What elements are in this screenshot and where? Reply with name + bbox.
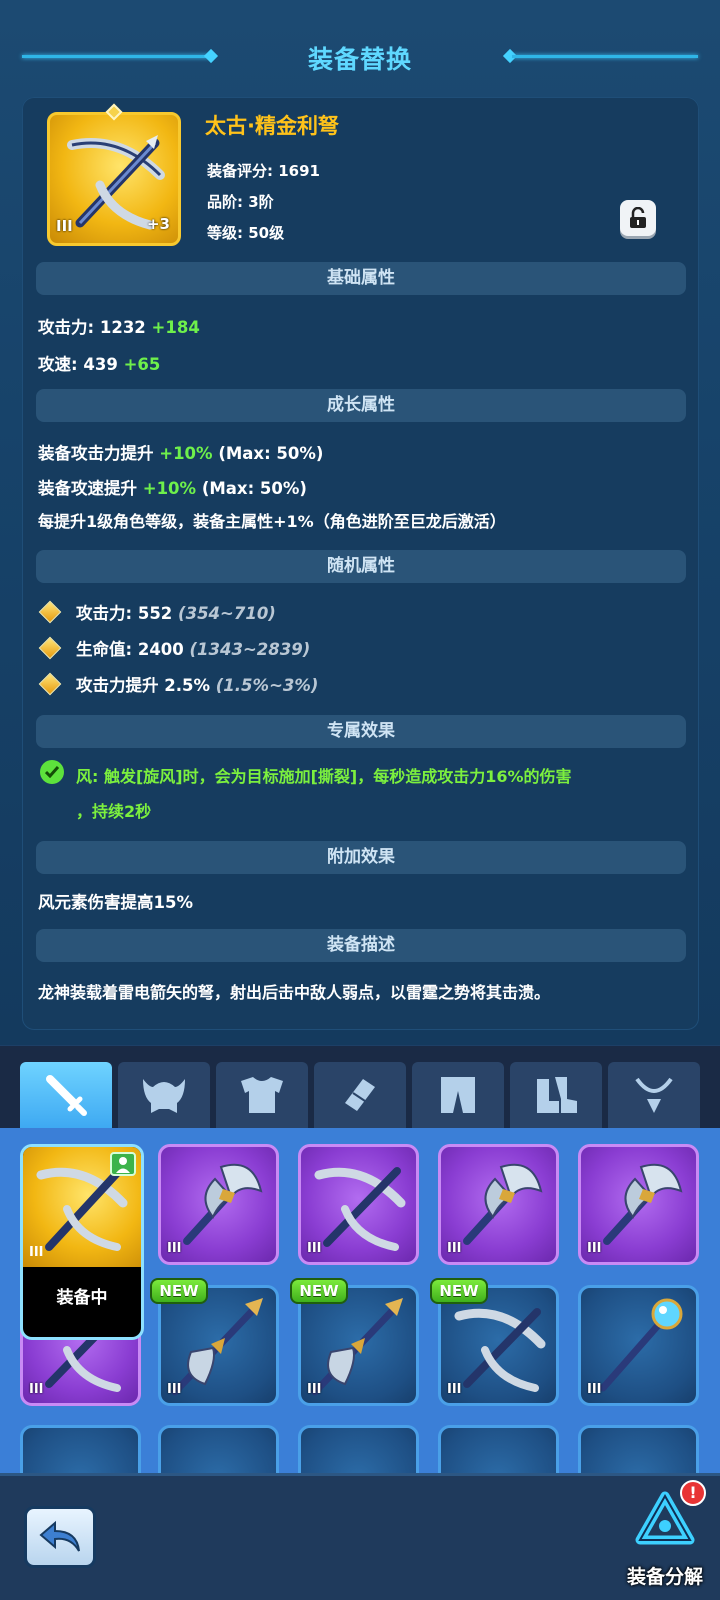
tab-boots[interactable] [510,1062,602,1128]
base-stat-value: 439 [83,355,118,374]
base-stat-label: 攻击力: [38,318,95,337]
bracer-icon [345,1079,375,1111]
sword-icon [46,1075,87,1116]
helmet-icon [143,1079,185,1113]
equipment-type-tabs [0,1046,720,1128]
base-stat-label: 攻速: [38,355,78,374]
random-stat-3: 攻击力提升 2.5% (1.5%~3%) [76,672,318,696]
tab-helmet[interactable] [118,1062,210,1128]
tab-armor[interactable] [216,1062,308,1128]
slot-tier: III [167,1382,182,1397]
equipment-slot[interactable]: III [578,1144,699,1265]
random-stat-1: 攻击力: 552 (354~710) [76,600,276,624]
item-name: 太古·精金利弩 [205,114,339,138]
random-stat-range: (1343~2839) [189,640,311,659]
item-icon-crossbow: III +3 [47,112,181,246]
base-stat-bonus: +184 [151,318,200,337]
equipment-slot[interactable]: III [438,1144,559,1265]
growth-stat-label: 装备攻击力提升 [38,444,154,463]
base-stat-attack: 攻击力: 1232 +184 [38,314,200,338]
pants-icon [441,1077,475,1113]
slot-tier: III [587,1241,602,1256]
exclusive-effect-line1: 风: 触发[旋风]时，会为目标施加[撕裂]，每秒造成攻击力16%的伤害 [76,767,572,786]
section-exclusive-effect: 专属效果 [36,715,686,748]
slot-tier: III [307,1382,322,1397]
new-badge: NEW [290,1278,348,1304]
item-grade: 品阶: 3阶 [207,193,274,211]
check-icon [40,760,64,784]
slot-tier: III [29,1382,44,1397]
tab-weapon[interactable] [20,1062,112,1128]
armor-icon [241,1077,283,1113]
lock-button[interactable] [620,200,656,236]
base-stat-value: 1232 [99,318,146,337]
tab-bracer[interactable] [314,1062,406,1128]
section-extra-effect: 附加效果 [36,841,686,874]
notification-badge: ! [680,1480,706,1506]
random-stat-range: (354~710) [178,604,276,623]
growth-stat-label: 装备攻速提升 [38,479,137,498]
random-stat-label: 攻击力提升 2.5% [76,676,211,695]
equipment-slot[interactable]: III [158,1144,279,1265]
boots-icon [537,1077,577,1113]
exclusive-effect-line2: ，持续2秒 [76,802,152,821]
equipped-item-card[interactable]: III 装备中 [20,1144,144,1340]
random-stat-range: (1.5%~3%) [215,676,319,695]
item-tier: III [56,217,73,235]
equipped-user-icon [110,1152,136,1176]
random-stat-label: 生命值: 2400 [76,640,184,659]
slot-tier: III [167,1241,182,1256]
new-badge: NEW [150,1278,208,1304]
tab-necklace[interactable] [608,1062,700,1128]
decompose-button[interactable]: ! 装备分解 [620,1480,710,1590]
slot-tier: III [447,1382,462,1397]
slot-tier: III [29,1245,44,1260]
tab-pants[interactable] [412,1062,504,1128]
base-stat-speed: 攻速: 439 +65 [38,351,160,375]
item-level: 等级: 50级 [207,224,285,242]
title-line-right [512,55,698,58]
decompose-label: 装备分解 [626,1566,703,1588]
item-description: 龙神装载着雷电箭矢的弩，射出后击中敌人弱点，以雷霆之势将其击溃。 [38,983,551,1002]
growth-stat-bonus: +10% [142,479,197,498]
new-badge: NEW [430,1278,488,1304]
equipped-label: 装备中 [56,1288,108,1308]
random-stat-label: 攻击力: 552 [76,604,173,623]
title-bar: 装备替换 [0,30,720,86]
slot-tier: III [307,1241,322,1256]
growth-stat-bonus: +10% [159,444,213,463]
slot-tier: III [587,1382,602,1397]
back-button[interactable] [24,1506,96,1568]
growth-stat-attack: 装备攻击力提升 +10% (Max: 50%) [38,440,323,464]
page-title: 装备替换 [307,45,412,74]
random-stat-2: 生命值: 2400 (1343~2839) [76,636,310,660]
slot-tier: III [447,1241,462,1256]
growth-stat-note: 每提升1级角色等级，装备主属性+1%（角色进阶至巨龙后激活） [38,512,506,531]
back-arrow-icon [39,1520,80,1552]
growth-stat-max: (Max: 50%) [201,479,307,498]
item-plus-level: +3 [146,215,170,233]
section-growth-attributes: 成长属性 [36,389,686,422]
base-stat-bonus: +65 [123,355,161,374]
section-base-attributes: 基础属性 [36,262,686,295]
unlock-icon [630,207,646,228]
extra-effect-text: 风元素伤害提高15% [38,893,193,912]
necklace-icon [635,1077,673,1113]
growth-stat-max: (Max: 50%) [218,444,324,463]
equipment-slot[interactable]: III [298,1144,419,1265]
equipment-slot[interactable]: III [578,1285,699,1406]
section-random-attributes: 随机属性 [36,550,686,583]
growth-stat-speed: 装备攻速提升 +10% (Max: 50%) [38,475,307,499]
item-score: 装备评分: 1691 [207,162,320,180]
section-description: 装备描述 [36,929,686,962]
